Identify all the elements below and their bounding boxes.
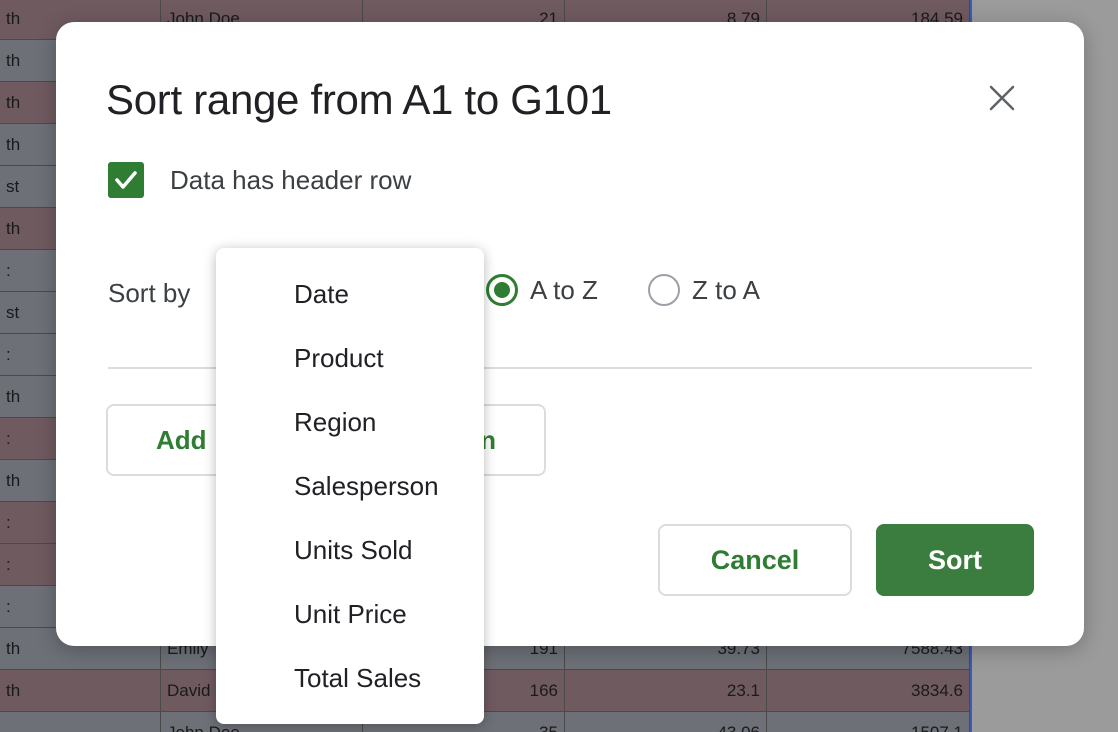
dropdown-item-total-sales[interactable]: Total Sales [216,646,484,710]
dropdown-item-salesperson[interactable]: Salesperson [216,454,484,518]
close-icon [989,85,1015,111]
radio-selected-dot [494,282,510,298]
radio-a-to-z-circle[interactable] [486,274,518,306]
sheet-cell[interactable]: 1507.1 [767,712,970,732]
sheet-cell[interactable]: 3834.6 [767,670,970,711]
radio-z-to-a[interactable]: Z to A [648,274,760,306]
dropdown-item-units-sold[interactable]: Units Sold [216,518,484,582]
sheet-cell[interactable]: 43.06 [565,712,767,732]
radio-a-to-z-label: A to Z [530,274,598,305]
radio-z-to-a-label: Z to A [692,274,760,305]
close-button[interactable] [982,78,1022,118]
sort-column-dropdown: Date Product Region Salesperson Units So… [216,248,484,724]
header-row-checkbox[interactable] [108,162,144,198]
dropdown-item-region[interactable]: Region [216,390,484,454]
sheet-row: John Doe 35 43.06 1507.1 [0,712,970,732]
sheet-cell[interactable] [0,712,161,732]
sort-button[interactable]: Sort [876,524,1034,596]
header-row-label: Data has header row [170,164,412,195]
radio-a-to-z[interactable]: A to Z [486,274,598,306]
radio-z-to-a-circle[interactable] [648,274,680,306]
header-row-checkbox-row[interactable]: Data has header row [108,162,411,198]
sheet-cell[interactable]: 23.1 [565,670,767,711]
dropdown-item-unit-price[interactable]: Unit Price [216,582,484,646]
sheet-row: th David 166 23.1 3834.6 [0,670,970,712]
dialog-title: Sort range from A1 to G101 [106,76,612,123]
sort-range-dialog: Sort range from A1 to G101 Data has head… [56,22,1084,646]
add-sort-column-label-left: Add [156,424,207,455]
checkmark-icon [115,171,137,189]
sheet-cell[interactable]: th [0,670,161,711]
sort-by-label: Sort by [108,278,191,308]
dropdown-item-product[interactable]: Product [216,326,484,390]
cancel-button[interactable]: Cancel [658,524,852,596]
dropdown-item-date[interactable]: Date [216,262,484,326]
